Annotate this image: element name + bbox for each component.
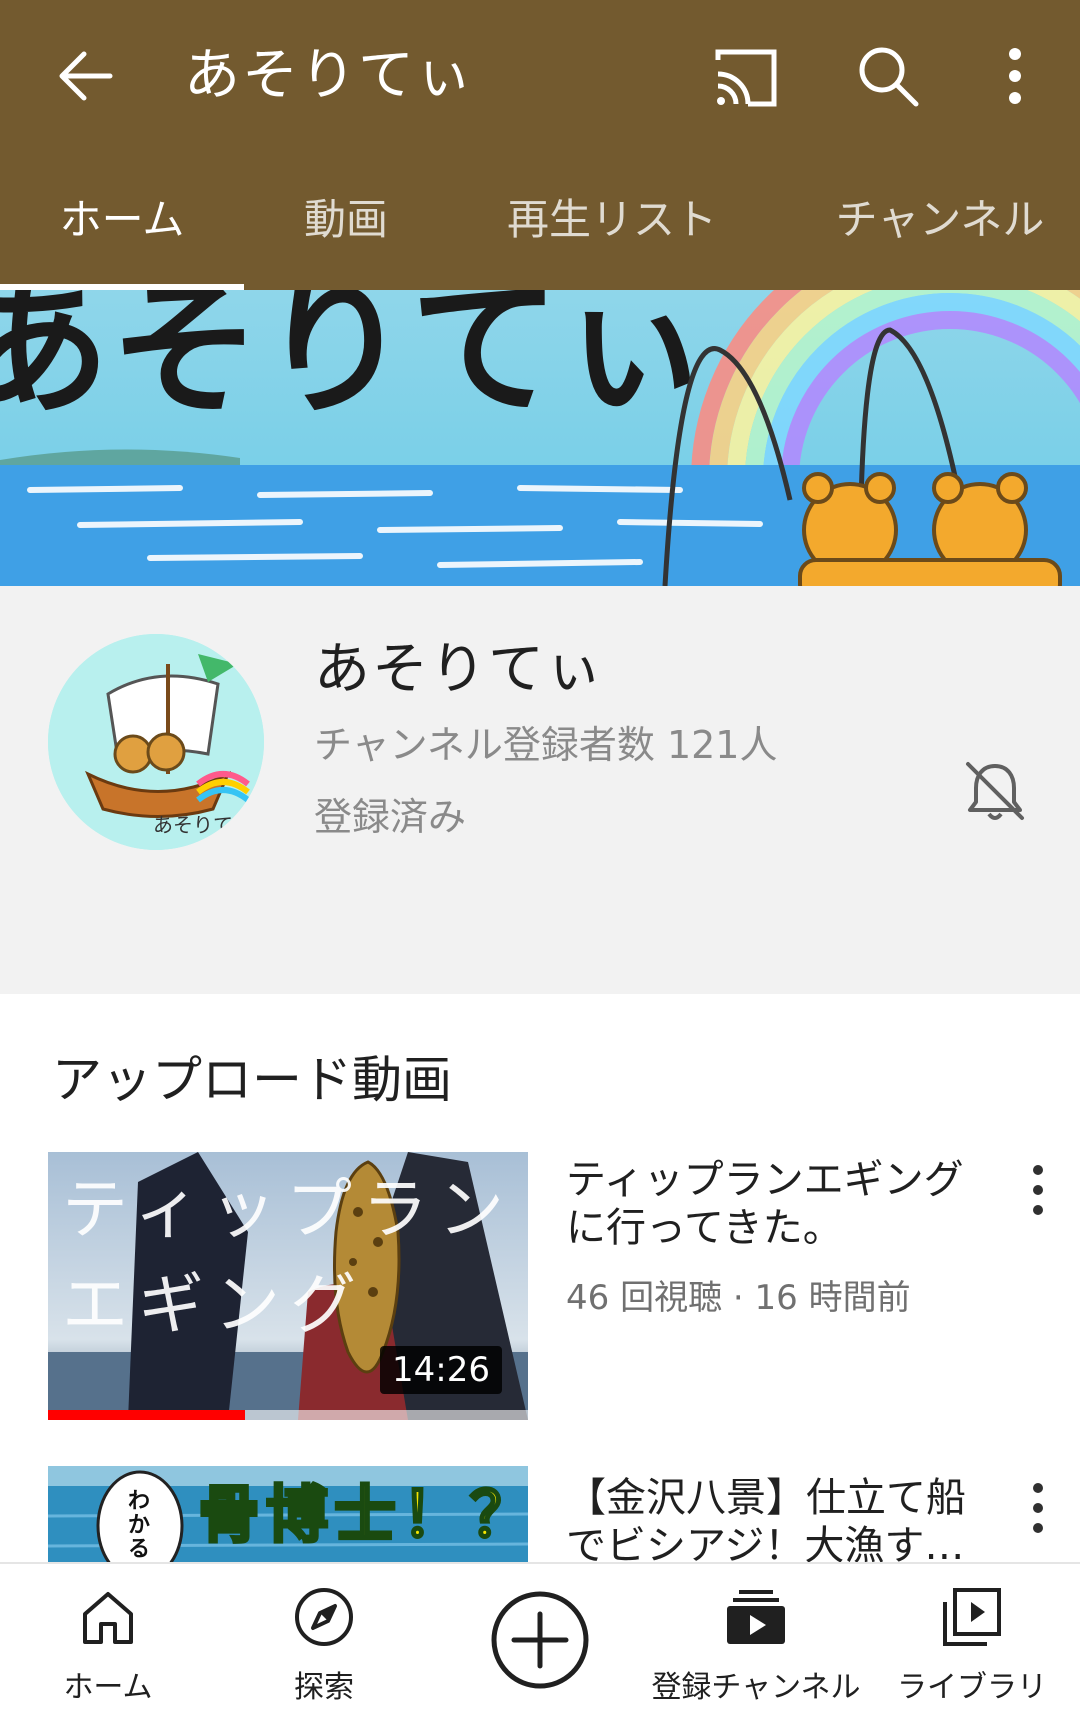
banner-illustration: あそりてぃ — [0, 290, 1080, 586]
subscriptions-icon — [727, 1590, 785, 1644]
home-icon — [83, 1592, 133, 1644]
cast-icon[interactable] — [708, 40, 784, 116]
search-icon[interactable] — [850, 38, 926, 114]
uploads-section-title: アップロード動画 — [52, 1051, 452, 1109]
nav-library[interactable]: ライブラリ — [864, 1564, 1080, 1710]
svg-text:エギング: エギング — [62, 1266, 366, 1343]
channel-header: あそりてぃ あそりてぃ チャンネル登録者数 121人 登録済み — [0, 586, 1080, 994]
tab-channels[interactable]: チャンネル — [820, 170, 1060, 290]
nav-explore-label: 探索 — [294, 1670, 354, 1705]
arrow-left-icon[interactable] — [48, 38, 124, 114]
subscribed-button[interactable]: 登録済み — [314, 786, 466, 841]
svg-text:る: る — [128, 1537, 150, 1562]
tab-home[interactable]: ホーム — [22, 170, 222, 290]
bell-off-icon[interactable] — [960, 756, 1030, 826]
nav-explore[interactable]: 探索 — [216, 1564, 432, 1710]
more-vert-icon[interactable] — [1010, 1478, 1066, 1538]
nav-subscriptions[interactable]: 登録チャンネル — [648, 1564, 864, 1710]
nav-library-label: ライブラリ — [897, 1670, 1047, 1705]
thumbnail-badge: わ — [128, 1489, 150, 1514]
nav-home-label: ホーム — [63, 1670, 153, 1705]
subscriber-count: チャンネル登録者数 121人 — [314, 723, 778, 767]
video-item[interactable]: わ か る 骨博士！？ 【金沢八景】仕立て船でビシアジ！大漁す… — [0, 1466, 1080, 1562]
channel-banner: あそりてぃ — [0, 290, 1080, 586]
thumbnail-text: 骨博士！？ — [198, 1478, 528, 1551]
more-vert-icon[interactable] — [990, 38, 1040, 114]
video-meta: 46 回視聴 · 16 時間前 — [566, 1278, 911, 1318]
video-duration: 14:26 — [380, 1346, 502, 1394]
video-thumbnail[interactable]: わ か る 骨博士！？ — [48, 1466, 528, 1562]
svg-text:か: か — [128, 1513, 150, 1538]
avatar[interactable]: あそりてぃ — [48, 634, 264, 850]
more-vert-icon[interactable] — [1010, 1160, 1066, 1220]
watch-progress-fill — [48, 1410, 245, 1420]
channel-tabs: ホーム 動画 再生リスト チャンネル — [0, 170, 1080, 290]
banner-title: あそりてぃ — [0, 290, 710, 436]
thumbnail-text: ティップラン — [62, 1171, 514, 1248]
watch-progress — [48, 1410, 528, 1420]
library-icon — [943, 1588, 1001, 1646]
tab-videos[interactable]: 動画 — [246, 170, 446, 290]
video-item[interactable]: ティップラン エギング 14:26 ティップランエギング に行ってきた。 46 … — [0, 1152, 1080, 1422]
avatar-illustration: あそりてぃ — [48, 634, 264, 850]
video-thumbnail[interactable]: ティップラン エギング 14:26 — [48, 1152, 528, 1420]
nav-home[interactable]: ホーム — [0, 1564, 216, 1710]
explore-icon — [295, 1588, 353, 1646]
avatar-text: あそりてぃ — [153, 813, 253, 837]
add-circle-icon[interactable] — [488, 1588, 592, 1692]
tab-playlists[interactable]: 再生リスト — [492, 170, 732, 290]
bottom-navigation: ホーム 探索 登録チャンネル ライブラリ — [0, 1562, 1080, 1710]
nav-subscriptions-label: 登録チャンネル — [651, 1670, 861, 1705]
video-title[interactable]: ティップランエギング に行ってきた。 — [566, 1156, 996, 1252]
channel-name: あそりてぃ — [314, 637, 604, 702]
channel-title: あそりてぃ — [184, 43, 474, 108]
video-title[interactable]: 【金沢八景】仕立て船でビシアジ！大漁す… — [566, 1474, 996, 1562]
app-bar: あそりてぃ ホーム 動画 再生リスト チャンネル — [0, 0, 1080, 290]
thumbnail-image: わ か る 骨博士！？ — [48, 1466, 528, 1562]
